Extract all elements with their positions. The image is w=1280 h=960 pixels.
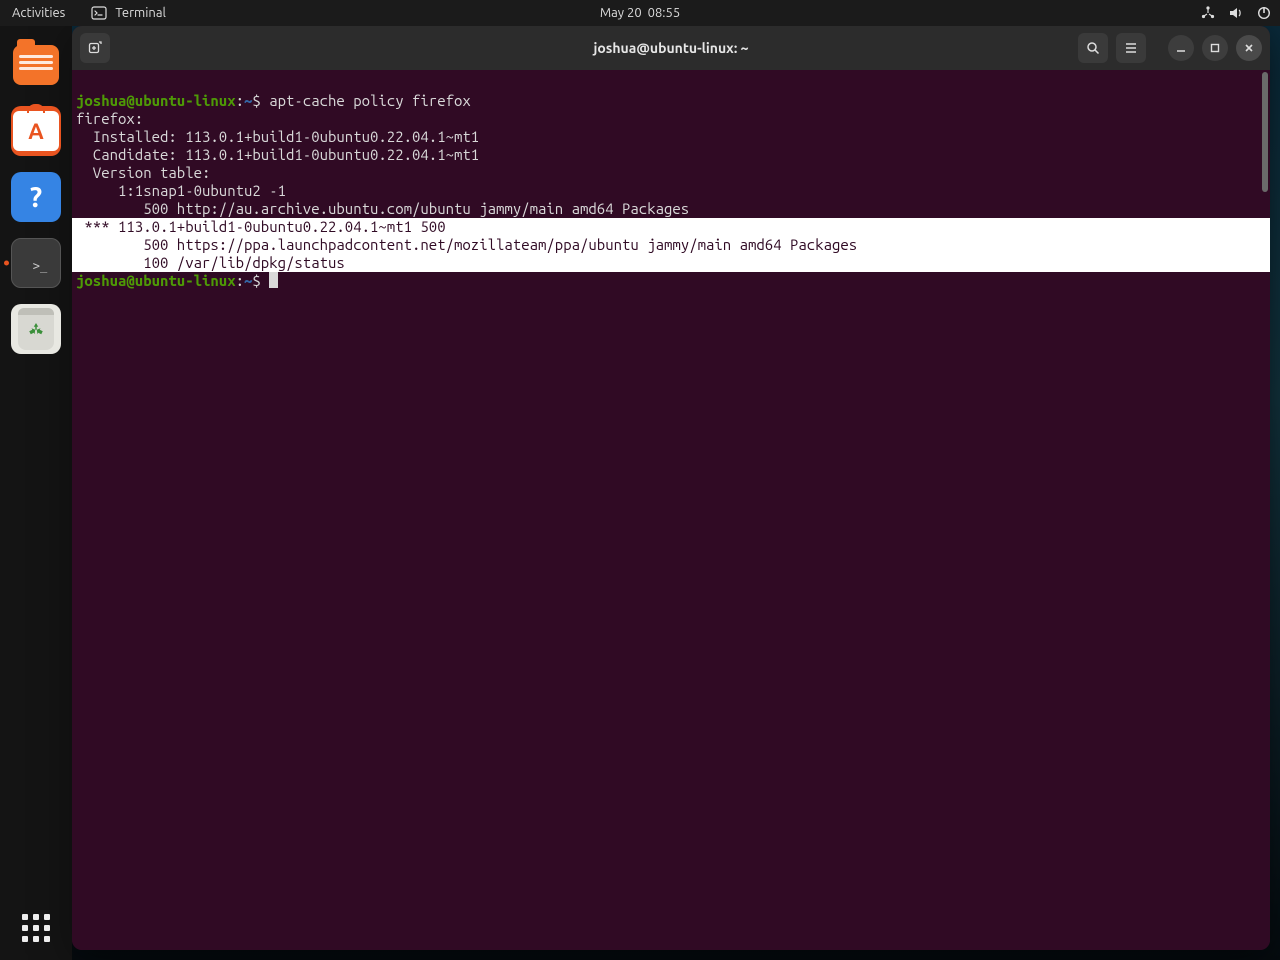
dock-files[interactable] (11, 40, 61, 90)
prompt-dollar: $ (252, 272, 269, 289)
software-icon (13, 111, 59, 151)
prompt-user-host: joshua@ubuntu-linux (76, 92, 236, 109)
window-title: joshua@ubuntu-linux: ~ (593, 40, 748, 56)
terminal-window: joshua@ubuntu-linux: ~ joshua@ubuntu-lin… (72, 26, 1270, 950)
terminal-titlebar[interactable]: joshua@ubuntu-linux: ~ (72, 26, 1270, 70)
new-tab-button[interactable] (80, 33, 110, 63)
terminal-body[interactable]: joshua@ubuntu-linux:~$ apt-cache policy … (72, 70, 1270, 950)
dock: ? >_ (0, 26, 72, 960)
output-line: firefox: (76, 110, 143, 127)
running-indicator-icon (4, 261, 9, 266)
clock[interactable]: May 20 08:55 (600, 6, 680, 20)
scrollbar-thumb[interactable] (1262, 72, 1268, 192)
help-icon: ? (30, 182, 42, 213)
gnome-top-panel: Activities Terminal May 20 08:55 (0, 0, 1280, 26)
command-text: apt-cache policy firefox (269, 92, 471, 109)
terminal-small-icon (91, 5, 107, 21)
dock-ubuntu-software[interactable] (11, 106, 61, 156)
app-menu[interactable]: Terminal (87, 3, 170, 23)
search-button[interactable] (1078, 33, 1108, 63)
activities-button[interactable]: Activities (8, 4, 69, 22)
output-line-highlight: 100 /var/lib/dpkg/status (72, 254, 1270, 272)
close-button[interactable] (1236, 35, 1262, 61)
prompt-colon: : (236, 272, 244, 289)
output-line-highlight: 500 https://ppa.launchpadcontent.net/moz… (72, 236, 1270, 254)
terminal-icon: >_ (33, 259, 47, 273)
power-icon[interactable] (1256, 5, 1272, 21)
output-line: 1:1snap1-0ubuntu2 -1 (76, 182, 286, 199)
app-menu-label: Terminal (115, 6, 166, 20)
volume-icon[interactable] (1228, 5, 1244, 21)
maximize-button[interactable] (1202, 35, 1228, 61)
output-line: Candidate: 113.0.1+build1-0ubuntu0.22.04… (76, 146, 479, 163)
prompt-user-host: joshua@ubuntu-linux (76, 272, 236, 289)
output-line-highlight: *** 113.0.1+build1-0ubuntu0.22.04.1~mt1 … (72, 218, 1270, 236)
cursor-icon (269, 272, 278, 288)
terminal-scrollbar[interactable] (1260, 70, 1270, 950)
dock-trash[interactable] (11, 304, 61, 354)
output-line: Version table: (76, 164, 210, 181)
network-icon[interactable] (1200, 5, 1216, 21)
show-applications-button[interactable] (22, 914, 50, 942)
files-icon (13, 45, 59, 85)
output-line: Installed: 113.0.1+build1-0ubuntu0.22.04… (76, 128, 479, 145)
dock-help[interactable]: ? (11, 172, 61, 222)
dock-terminal[interactable]: >_ (11, 238, 61, 288)
minimize-button[interactable] (1168, 35, 1194, 61)
prompt-dollar: $ (252, 92, 269, 109)
prompt-colon: : (236, 92, 244, 109)
trash-icon (18, 308, 54, 350)
hamburger-menu-button[interactable] (1116, 33, 1146, 63)
output-line: 500 http://au.archive.ubuntu.com/ubuntu … (76, 200, 689, 217)
